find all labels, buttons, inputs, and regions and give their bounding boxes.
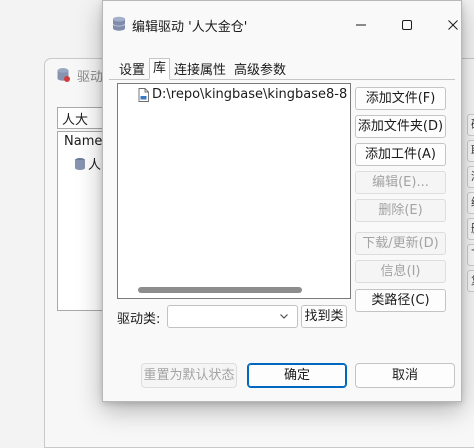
bg-right-button[interactable]: 添 — [467, 166, 474, 188]
edit-driver-dialog: 编辑驱动 '人大金仓' 设置 库 连接属性 高级参数 D:\repo\kingb… — [102, 0, 462, 402]
add-folder-button[interactable]: 添加文件夹(D) — [355, 115, 446, 138]
tab-advanced-parameters[interactable]: 高级参数 — [230, 60, 290, 80]
tree-column-header: Name — [64, 134, 103, 149]
library-item-path: D:\repo\kingbase\kingbase8-8 — [152, 87, 348, 102]
class-path-button[interactable]: 类路径(C) — [355, 289, 446, 312]
dialog-title: 编辑驱动 '人大金仓' — [132, 20, 248, 35]
close-icon — [448, 20, 458, 30]
cancel-button[interactable]: 取消 — [355, 363, 455, 388]
database-icon — [112, 16, 126, 31]
bg-right-button[interactable]: 复 — [467, 270, 474, 292]
tree-item-label: 人 — [88, 158, 102, 173]
info-button[interactable]: 信息(I) — [355, 260, 446, 283]
close-button[interactable] — [431, 9, 474, 41]
find-class-button[interactable]: 找到类 — [301, 305, 347, 328]
library-list[interactable]: D:\repo\kingbase\kingbase8-8 — [117, 83, 351, 299]
delete-button[interactable]: 删除(E) — [355, 199, 446, 222]
database-icon — [57, 68, 70, 82]
ok-button[interactable]: 确定 — [247, 363, 347, 388]
database-icon — [75, 157, 85, 170]
minimize-icon — [356, 24, 366, 26]
reset-default-button[interactable]: 重置为默认状态 — [141, 363, 237, 388]
tree-item[interactable]: 人 — [74, 154, 101, 173]
bg-right-button[interactable]: 确 — [467, 114, 474, 136]
bg-right-button[interactable]: 编 — [467, 192, 474, 214]
tab-libraries[interactable]: 库 — [149, 58, 171, 80]
driver-class-select[interactable] — [167, 305, 298, 328]
tab-strip: 设置 库 连接属性 高级参数 — [115, 58, 290, 80]
scrollbar-thumb[interactable] — [138, 287, 302, 293]
horizontal-scrollbar[interactable] — [122, 286, 346, 294]
tab-settings[interactable]: 设置 — [115, 60, 149, 80]
background-window-title: 驱动 — [77, 70, 104, 85]
library-item[interactable]: D:\repo\kingbase\kingbase8-8 — [138, 87, 347, 102]
driver-class-label: 驱动类: — [117, 312, 161, 327]
add-artifact-button[interactable]: 添加工件(A) — [355, 143, 446, 166]
bg-right-button[interactable]: 取 — [467, 140, 474, 162]
download-update-button[interactable]: 下载/更新(D) — [355, 232, 446, 255]
bg-right-button[interactable]: 下 — [467, 244, 474, 266]
maximize-icon — [402, 20, 412, 30]
add-file-button[interactable]: 添加文件(F) — [355, 87, 446, 110]
file-icon — [138, 87, 149, 102]
bg-right-button[interactable]: 删 — [467, 218, 474, 240]
edit-button[interactable]: 编辑(E)... — [355, 171, 446, 194]
chevron-down-icon — [280, 314, 288, 319]
minimize-button[interactable] — [339, 9, 383, 41]
maximize-button[interactable] — [385, 9, 429, 41]
dialog-titlebar[interactable]: 编辑驱动 '人大金仓' — [103, 1, 461, 49]
tab-connection-properties[interactable]: 连接属性 — [170, 60, 230, 80]
